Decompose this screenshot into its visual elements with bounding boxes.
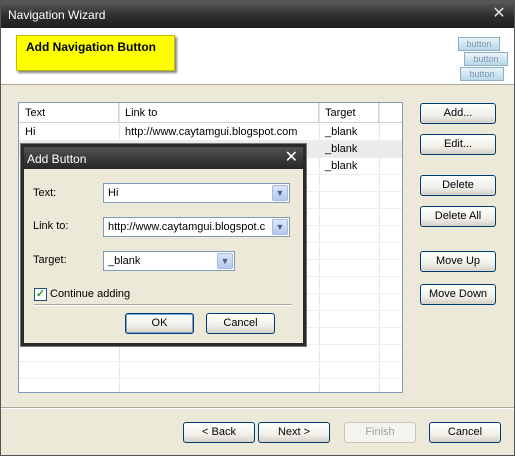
- add-button-dialog: Add Button ✕ Text: Hi ▼ Link to: http://…: [21, 144, 306, 346]
- navigation-buttons-icon: button button button: [458, 35, 508, 81]
- navigation-wizard-window: Navigation Wizard ✕ Add Navigation Butto…: [0, 0, 515, 456]
- close-icon[interactable]: ✕: [490, 5, 508, 23]
- title-bar[interactable]: Navigation Wizard ✕: [1, 1, 514, 28]
- target-value: _blank: [108, 255, 141, 267]
- close-icon[interactable]: ✕: [285, 148, 298, 168]
- ok-button[interactable]: OK: [125, 313, 194, 334]
- cell-target: _blank: [325, 126, 358, 138]
- delete-button[interactable]: Delete: [420, 175, 496, 196]
- text-combo[interactable]: Hi ▼: [103, 183, 290, 203]
- delete-all-button[interactable]: Delete All: [420, 206, 496, 227]
- chevron-down-icon[interactable]: ▼: [272, 219, 288, 235]
- dialog-cancel-button[interactable]: Cancel: [206, 313, 275, 334]
- next-button[interactable]: Next >: [258, 422, 330, 443]
- continue-adding-checkbox[interactable]: ✓: [34, 288, 47, 301]
- cell-text: Hi: [25, 126, 36, 138]
- edit-button[interactable]: Edit...: [420, 134, 496, 155]
- text-value: Hi: [108, 187, 119, 199]
- cell-target: _blank: [325, 143, 358, 155]
- cell-target: _blank: [325, 160, 358, 172]
- icon-button-3: button: [460, 67, 504, 81]
- add-button[interactable]: Add...: [420, 103, 496, 124]
- continue-adding-label[interactable]: Continue adding: [50, 288, 130, 300]
- chevron-down-icon[interactable]: ▼: [217, 253, 233, 269]
- table-row-empty: [19, 362, 402, 379]
- link-label: Link to:: [33, 220, 69, 232]
- column-header-text[interactable]: Text: [19, 103, 119, 123]
- finish-button[interactable]: Finish: [344, 422, 416, 443]
- text-label: Text:: [33, 187, 57, 199]
- icon-button-1: button: [458, 37, 500, 51]
- target-label: Target:: [33, 254, 67, 266]
- header-banner: Add Navigation Button: [16, 35, 175, 71]
- column-header-link[interactable]: Link to: [119, 103, 319, 123]
- link-combo[interactable]: http://www.caytamgui.blogspot.c ▼: [103, 217, 290, 237]
- target-combo[interactable]: _blank ▼: [103, 251, 235, 271]
- table-header: Text Link to Target: [19, 103, 402, 123]
- column-header-target[interactable]: Target: [319, 103, 379, 123]
- table-row[interactable]: Hi http://www.caytamgui.blogspot.com _bl…: [19, 124, 402, 141]
- dialog-title-bar[interactable]: Add Button ✕: [24, 147, 303, 169]
- back-button[interactable]: < Back: [183, 422, 255, 443]
- cancel-button[interactable]: Cancel: [429, 422, 501, 443]
- icon-button-2: button: [464, 52, 508, 66]
- window-title: Navigation Wizard: [8, 8, 106, 22]
- chevron-down-icon[interactable]: ▼: [272, 185, 288, 201]
- link-value: http://www.caytamgui.blogspot.c: [108, 221, 266, 233]
- dialog-title: Add Button: [27, 152, 87, 166]
- dialog-divider: [34, 304, 292, 306]
- cell-link: http://www.caytamgui.blogspot.com: [125, 126, 298, 138]
- footer-divider: [1, 407, 514, 409]
- table-row-empty: [19, 345, 402, 362]
- move-down-button[interactable]: Move Down: [420, 284, 496, 305]
- move-up-button[interactable]: Move Up: [420, 251, 496, 272]
- wizard-header: Add Navigation Button button button butt…: [1, 28, 514, 85]
